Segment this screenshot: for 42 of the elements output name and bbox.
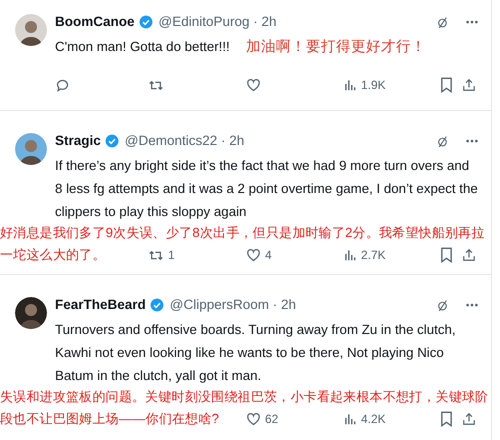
slashed-circle-icon[interactable] [436,298,449,312]
heart-icon[interactable] [246,248,261,262]
translation-caption: 加油啊！要打得更好才行！ [246,38,426,57]
translation-caption: 好消息是我们多了9次失误、少了8次出手，但只是加时输了2分。我希望快船别再拉 [0,224,486,242]
handle-and-time: @EdinitoPurog · 2h [158,12,277,31]
more-icon[interactable] [465,302,479,308]
views-icon[interactable] [343,412,357,426]
tweet-text: Turnovers and offensive boards. Turning away from Zu in the clutch, Kawhi not even looking like he wants to be there, Not playing Nico Batum in the clutch, yall got it man. [55,321,457,385]
view-count: 2.7K [361,247,386,264]
handle-and-time: @Demontics22 · 2h [124,132,244,150]
retweet-count: 1 [168,247,175,264]
translation-caption: 段也不让巴图姆上场——你们在想啥? [0,410,220,428]
avatar[interactable] [15,297,47,329]
heart-icon[interactable] [246,412,261,426]
tweet-text: If there’s any bright side it’s the fact that we had 9 more turn overs and 8 less fg attempts and it was a 2 point overtime game, I don’t expect the clippers to play this sloppy again [55,157,479,221]
view-count: 1.9K [361,77,386,94]
handle-and-time: @ClippersRoom · 2h [170,296,296,314]
more-icon[interactable] [465,138,479,144]
display-name[interactable]: BoomCanoe [55,12,135,32]
bookmark-icon[interactable] [440,247,453,263]
display-name[interactable]: FearTheBeard [55,294,146,316]
views-icon[interactable] [343,248,357,262]
share-icon[interactable] [462,247,476,263]
heart-icon[interactable] [246,78,261,92]
avatar[interactable] [15,14,47,46]
view-count: 4.2K [361,411,386,428]
like-count: 62 [265,411,278,428]
avatar[interactable] [15,133,47,165]
slashed-circle-icon[interactable] [436,134,449,148]
translation-caption: 失误和进攻篮板的问题。关键时刻没围绕祖巴茨，小卡看起来根本不想打，关键球阶 [0,388,490,406]
like-count: 4 [265,247,272,264]
bookmark-icon[interactable] [440,77,453,93]
tweet-text: C'mon man! Gotta do better!!! [55,38,230,56]
slashed-circle-icon[interactable] [436,14,449,30]
more-icon[interactable] [465,19,479,25]
translation-caption: 一坨这么大的了。 [0,246,106,264]
share-icon[interactable] [462,411,476,427]
display-name[interactable]: Stragic [55,130,101,152]
share-icon[interactable] [462,77,476,93]
views-icon[interactable] [343,78,357,92]
reply-icon[interactable] [55,78,70,92]
bookmark-icon[interactable] [440,411,453,427]
